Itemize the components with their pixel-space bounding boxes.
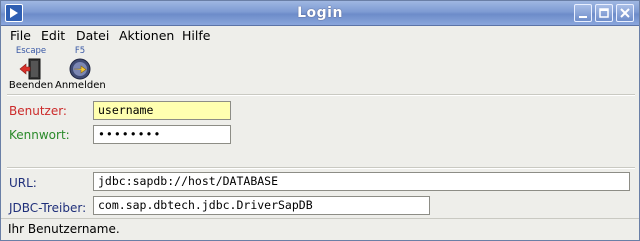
close-icon: [620, 8, 630, 18]
exit-door-icon: [19, 58, 41, 80]
title-bar[interactable]: Login: [1, 1, 639, 26]
menu-aktionen[interactable]: Aktionen: [119, 28, 174, 43]
minimize-icon: [579, 16, 587, 18]
login-arrow-icon: [69, 58, 91, 80]
menu-hilfe[interactable]: Hilfe: [182, 28, 210, 43]
benutzer-input[interactable]: username: [93, 101, 231, 120]
menu-file[interactable]: File: [10, 28, 31, 43]
status-bar: Ihr Benutzername.: [1, 218, 639, 240]
url-label: URL:: [9, 176, 37, 190]
jdbc-treiber-label: JDBC-Treiber:: [9, 201, 87, 215]
toolbar: Escape Beenden F5 Anmelden: [1, 45, 639, 93]
anmelden-shortcut: F5: [74, 46, 86, 56]
menu-bar: File Edit Datei Aktionen Hilfe: [1, 26, 639, 45]
status-text: Ihr Benutzername.: [8, 222, 120, 236]
anmelden-button[interactable]: F5 Anmelden: [55, 45, 106, 93]
minimize-button[interactable]: [574, 4, 592, 22]
form-divider: [7, 167, 635, 169]
anmelden-label: Anmelden: [55, 80, 106, 91]
kennwort-label: Kennwort:: [9, 128, 70, 142]
window-title: Login: [297, 5, 343, 21]
menu-edit[interactable]: Edit: [41, 28, 65, 43]
maximize-icon: [599, 8, 609, 18]
beenden-button[interactable]: Escape Beenden: [7, 45, 55, 93]
login-window: Login File Edit Datei Aktionen Hilfe Esc…: [0, 0, 640, 241]
menu-datei[interactable]: Datei: [76, 28, 109, 43]
jdbc-treiber-input[interactable]: com.sap.dbtech.jdbc.DriverSapDB: [93, 196, 430, 215]
maximize-button[interactable]: [595, 4, 613, 22]
kennwort-input[interactable]: ••••••••: [93, 125, 231, 144]
close-button[interactable]: [616, 4, 634, 22]
beenden-label: Beenden: [8, 80, 54, 91]
url-input[interactable]: jdbc:sapdb://host/DATABASE: [93, 172, 630, 191]
beenden-shortcut: Escape: [15, 46, 47, 56]
toolbar-divider: [7, 94, 635, 96]
benutzer-label: Benutzer:: [9, 104, 67, 118]
